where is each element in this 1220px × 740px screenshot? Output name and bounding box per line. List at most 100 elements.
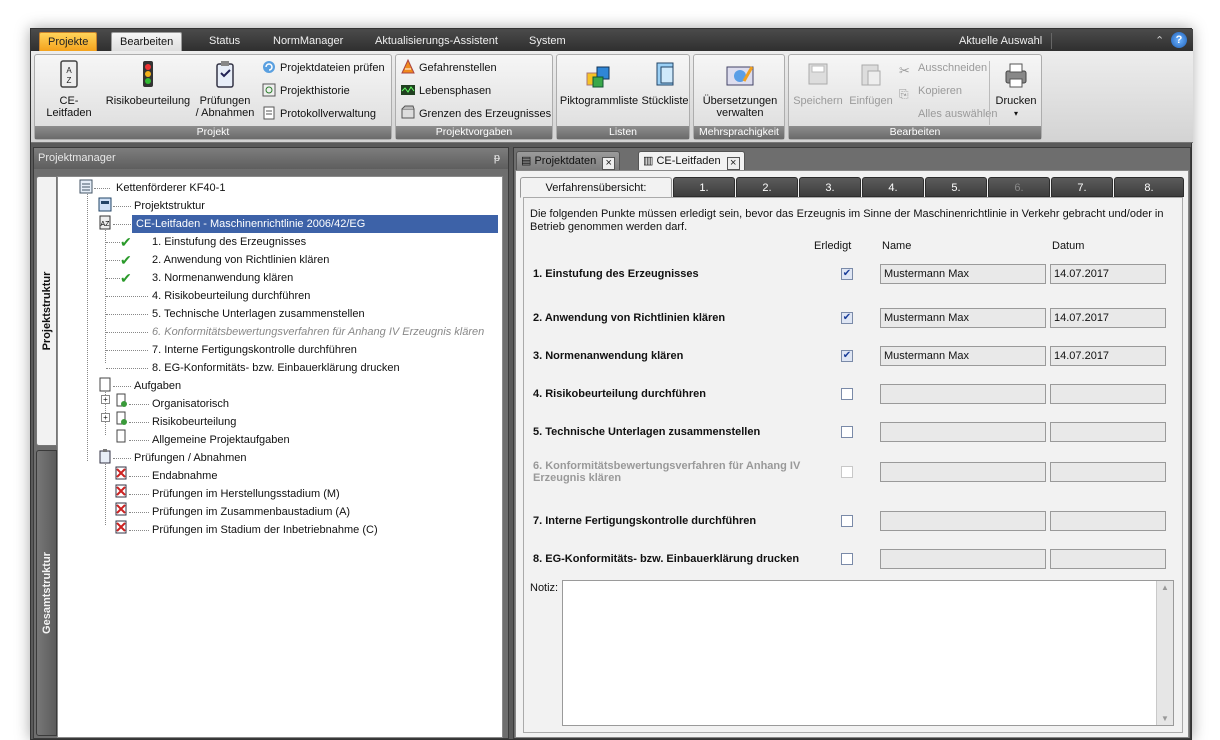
subtab-verfahrensuebersicht[interactable]: Verfahrensübersicht:: [520, 177, 672, 198]
overview-pane: Die folgenden Punkte müssen erledigt sei…: [523, 197, 1183, 733]
tree-item-ce-leitfaden[interactable]: CE-Leitfaden - Maschinenrichtlinie 2006/…: [132, 215, 498, 233]
tree-item-step-6[interactable]: 6. Konformitätsbewertungsverfahren für A…: [152, 323, 484, 341]
notiz-textarea[interactable]: ▲ ▼: [562, 580, 1174, 726]
tree-item-projektstruktur[interactable]: Projektstruktur: [134, 197, 205, 215]
grenzen-button[interactable]: Grenzen des Erzeugnisses: [400, 104, 551, 124]
name-field[interactable]: [880, 384, 1046, 404]
datum-field[interactable]: 14.07.2017: [1050, 346, 1166, 366]
projektmanager-panel: Projektmanager ᵽ Projektstruktur Gesamtst…: [33, 147, 509, 739]
tree-item-step-7[interactable]: 7. Interne Fertigungskontrolle durchführ…: [152, 341, 357, 359]
name-field[interactable]: Mustermann Max: [880, 308, 1046, 328]
erledigt-checkbox[interactable]: ✔: [841, 268, 853, 280]
erledigt-checkbox[interactable]: ✔: [841, 312, 853, 324]
tab-status[interactable]: Status: [201, 32, 248, 51]
erledigt-checkbox[interactable]: [841, 388, 853, 400]
scroll-down-icon[interactable]: ▼: [1161, 714, 1169, 723]
tree-item-step-5[interactable]: 5. Technische Unterlagen zusammenstellen: [152, 305, 365, 323]
close-icon[interactable]: ×: [726, 157, 740, 170]
subtab-2[interactable]: 2.: [736, 177, 798, 197]
tree-item-aufgaben[interactable]: Aufgaben: [134, 377, 181, 395]
stueckliste-button[interactable]: Stückliste: [641, 59, 689, 107]
checklist-row-label: 2. Anwendung von Richtlinien klären: [533, 312, 726, 324]
tree-item-step-4[interactable]: 4. Risikobeurteilung durchführen: [152, 287, 310, 305]
pruefungen-button[interactable]: Prüfungen / Abnahmen: [193, 59, 257, 119]
drucken-button[interactable]: Drucken ▾: [993, 59, 1039, 120]
tree-item-allgemeine-projektaufgaben[interactable]: Allgemeine Projektaufgaben: [152, 431, 290, 449]
name-field[interactable]: Mustermann Max: [880, 264, 1046, 284]
protokollverwaltung-button[interactable]: Protokollverwaltung: [261, 104, 376, 124]
ausschneiden-button[interactable]: ✂ Ausschneiden: [899, 58, 987, 78]
name-field[interactable]: [880, 422, 1046, 442]
erledigt-checkbox[interactable]: [841, 515, 853, 527]
name-field[interactable]: [880, 511, 1046, 531]
collapse-ribbon-icon[interactable]: ⌃: [1147, 32, 1172, 51]
tree-item-step-8[interactable]: 8. EG-Konformitäts- bzw. Einbauerklärung…: [152, 359, 400, 377]
erledigt-checkbox[interactable]: ✔: [841, 350, 853, 362]
expand-icon[interactable]: +: [101, 413, 110, 422]
tab-projekte[interactable]: Projekte: [39, 32, 98, 51]
ribbon-group-bearbeiten: Speichern Einfügen ✂ Ausschneiden ⎘ Kopier…: [788, 54, 1042, 140]
risikobeurteilung-button[interactable]: Risikobeurteilung: [105, 59, 191, 107]
datum-field[interactable]: [1050, 462, 1166, 482]
notiz-scrollbar[interactable]: ▲ ▼: [1156, 581, 1173, 725]
expand-icon[interactable]: +: [101, 395, 110, 404]
erledigt-checkbox[interactable]: [841, 426, 853, 438]
tab-bearbeiten[interactable]: Bearbeiten: [111, 32, 183, 51]
subtab-7[interactable]: 7.: [1051, 177, 1113, 197]
uebersetzungen-verwalten-button[interactable]: Übersetzungen verwalten: [696, 59, 784, 119]
close-icon[interactable]: ×: [602, 157, 616, 170]
tree-item-inbetriebnahme[interactable]: Prüfungen im Stadium der Inbetriebnahme …: [152, 521, 378, 539]
subtab-8[interactable]: 8.: [1114, 177, 1184, 197]
subtab-1[interactable]: 1.: [673, 177, 735, 197]
check-icon: ✔: [120, 270, 132, 286]
tab-normmanager[interactable]: NormManager: [265, 32, 351, 51]
tab-system[interactable]: System: [521, 32, 574, 51]
subtab-4[interactable]: 4.: [862, 177, 924, 197]
tree-item-zusammenbaustadium[interactable]: Prüfungen im Zusammenbaustadium (A): [152, 503, 350, 521]
name-field[interactable]: Mustermann Max: [880, 346, 1046, 366]
datum-field[interactable]: [1050, 511, 1166, 531]
tab-aktualisierungs-assistent[interactable]: Aktualisierungs-Assistent: [367, 32, 506, 51]
einfuegen-button[interactable]: Einfügen: [847, 59, 895, 107]
checklist-row: 2. Anwendung von Richtlinien klären ✔ Must…: [524, 308, 1184, 328]
tree-item-risikobeurteilung[interactable]: Risikobeurteilung: [152, 413, 236, 431]
subtab-5[interactable]: 5.: [925, 177, 987, 197]
speichern-button[interactable]: Speichern: [791, 59, 845, 107]
datum-field[interactable]: [1050, 549, 1166, 569]
doc-tab-ce-leitfaden[interactable]: ▥ CE-Leitfaden ×: [638, 151, 745, 170]
help-icon[interactable]: ?: [1171, 32, 1187, 48]
tree-item-pruefungen[interactable]: Prüfungen / Abnahmen: [134, 449, 247, 467]
pin-icon[interactable]: ᵽ: [494, 148, 500, 169]
subtab-6[interactable]: 6.: [988, 177, 1050, 197]
check-icon: ✔: [120, 234, 132, 250]
scroll-up-icon[interactable]: ▲: [1161, 583, 1169, 592]
datum-field[interactable]: [1050, 422, 1166, 442]
projekthistorie-button[interactable]: Projekthistorie: [261, 81, 350, 101]
tree-item-step-2[interactable]: 2. Anwendung von Richtlinien klären: [152, 251, 329, 269]
datum-field[interactable]: 14.07.2017: [1050, 308, 1166, 328]
tree-item-root[interactable]: Kettenförderer KF40-1: [116, 179, 225, 197]
subtab-3[interactable]: 3.: [799, 177, 861, 197]
gefahrenstellen-button[interactable]: Gefahrenstellen: [400, 58, 497, 78]
lebensphasen-button[interactable]: Lebensphasen: [400, 81, 491, 101]
doc-tab-projektdaten[interactable]: ▤ Projektdaten ×: [516, 151, 621, 170]
name-field[interactable]: [880, 462, 1046, 482]
projektdateien-pruefen-button[interactable]: Projektdateien prüfen: [261, 58, 385, 78]
erledigt-checkbox[interactable]: [841, 553, 853, 565]
name-field[interactable]: [880, 549, 1046, 569]
tab-projektstruktur[interactable]: Projektstruktur: [36, 176, 57, 446]
tree-item-step-3[interactable]: 3. Normenanwendung klären: [152, 269, 293, 287]
tree-item-organisatorisch[interactable]: Organisatorisch: [152, 395, 229, 413]
tree-item-step-1[interactable]: 1. Einstufung des Erzeugnisses: [152, 233, 306, 251]
tree-item-endabnahme[interactable]: Endabnahme: [152, 467, 217, 485]
datum-field[interactable]: [1050, 384, 1166, 404]
kopieren-button[interactable]: ⎘ Kopieren: [899, 81, 962, 101]
ce-leitfaden-button[interactable]: AZ CE-Leitfaden: [37, 59, 101, 119]
tab-gesamtstruktur[interactable]: Gesamtstruktur: [36, 450, 57, 736]
intro-text: Die folgenden Punkte müssen erledigt sei…: [530, 208, 1164, 233]
alles-auswaehlen-button[interactable]: Alles auswählen: [899, 104, 998, 124]
piktogrammliste-button[interactable]: Piktogrammliste: [559, 59, 639, 107]
tree-item-herstellungsstadium[interactable]: Prüfungen im Herstellungsstadium (M): [152, 485, 340, 503]
datum-field[interactable]: 14.07.2017: [1050, 264, 1166, 284]
erledigt-checkbox[interactable]: [841, 466, 853, 478]
